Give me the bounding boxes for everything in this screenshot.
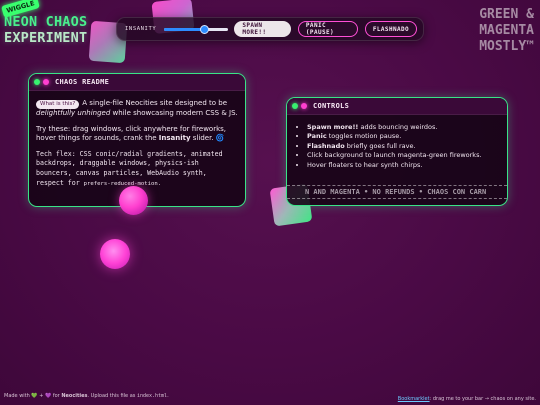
list-item: Click background to launch magenta-green… [307, 151, 500, 160]
insanity-slider-thumb[interactable] [200, 24, 209, 34]
neocities-bold: Neocities [61, 393, 88, 400]
item-text: adds bouncing weirdos. [358, 123, 438, 131]
list-item: Spawn more!! adds bouncing weirdos. [307, 123, 500, 132]
list-item: Panic toggles motion pause. [307, 132, 500, 141]
item-bold: Spawn more!! [307, 123, 359, 131]
logo-line-2: EXPERIMENT [4, 30, 88, 46]
logo-line-1: NEON CHAOS [4, 14, 88, 30]
footer-text: Made with [4, 393, 32, 400]
green-dot-icon [34, 79, 40, 85]
controls-list: Spawn more!! adds bouncing weirdos. Pani… [294, 123, 500, 170]
readme-try: Try these: drag windows, click anywhere … [36, 125, 238, 144]
magenta-dot-icon [301, 103, 307, 109]
item-text: Hover floaters to hear synth chirps. [307, 160, 423, 169]
footer-bookmarklet: Bookmarklet: drag me to your bar → chaos… [398, 396, 536, 402]
tagline-line-1: GREEN & [479, 7, 534, 22]
readme-tech: Tech flex: CSS conic/radial gradients, a… [36, 150, 238, 189]
marquee-banner: N AND MAGENTA • NO REFUNDS • CHAOS CON C… [287, 185, 507, 199]
tech-code: prefers-reduced-motion. [83, 180, 162, 187]
item-text: briefly goes full rave. [344, 141, 416, 150]
window-titlebar[interactable]: CONTROLS [287, 98, 507, 115]
footer-text: . [167, 393, 169, 400]
window-title: CHAOS README [55, 78, 110, 86]
insanity-slider-fill [164, 27, 204, 31]
window-title: CONTROLS [313, 102, 350, 110]
controls-window[interactable]: CONTROLS Spawn more!! adds bouncing weir… [286, 97, 508, 206]
what-is-this-chip: What is this? [36, 100, 80, 109]
tagline: GREEN & MAGENTA MOSTLY™ [479, 7, 534, 55]
flashnado-button[interactable]: FLASHNADO [364, 21, 418, 37]
intro-text: A single-file Neocities site designed to… [82, 99, 227, 107]
green-dot-icon [292, 103, 298, 109]
tagline-line-3: MOSTLY™ [479, 39, 534, 54]
bookmarklet-link[interactable]: Bookmarklet [398, 396, 430, 402]
item-bold: Panic [307, 132, 327, 141]
list-item: Hover floaters to hear synth chirps. [307, 161, 500, 170]
footer-text: + [37, 393, 46, 400]
filename-code: index.html [136, 393, 168, 400]
list-item: Flashnado briefly goes full rave. [307, 142, 500, 151]
site-logo: NEON CHAOS EXPERIMENT [4, 14, 87, 46]
marquee-text: N AND MAGENTA • NO REFUNDS • CHAOS CON C… [305, 188, 487, 196]
intro-emphasis: delightfully unhinged [36, 109, 111, 117]
insanity-bold: Insanity [158, 134, 191, 143]
readme-intro: What is this? A single-file Neocities sit… [36, 99, 238, 119]
intro-text-end: while showcasing modern CSS & JS. [110, 109, 238, 117]
panic-button[interactable]: PANIC (PAUSE) [297, 21, 358, 37]
insanity-label: INSANITY [125, 26, 157, 32]
footer-text: . Upload this file as [87, 393, 137, 400]
footer-credit: Made with 💚 + 💜 for Neocities. Upload th… [4, 392, 169, 402]
item-text: toggles motion pause. [326, 132, 402, 141]
item-bold: Flashnado [307, 141, 345, 150]
window-titlebar[interactable]: CHAOS README [29, 74, 245, 91]
try-text-end: slider. 🌀 [190, 134, 225, 143]
insanity-slider[interactable] [164, 24, 229, 34]
magenta-dot-icon [43, 79, 49, 85]
control-toolbar: INSANITY SPAWN MORE!! PANIC (PAUSE) FLAS… [116, 17, 424, 41]
tagline-line-2: MAGENTA [479, 23, 534, 38]
bouncing-ball[interactable] [100, 239, 130, 269]
footer-text: for [51, 393, 62, 400]
item-text: Click background to launch magenta-green… [307, 151, 482, 160]
spawn-more-button[interactable]: SPAWN MORE!! [234, 21, 291, 37]
bouncing-ball[interactable] [119, 186, 148, 215]
bookmarklet-text: : drag me to your bar → chaos on any sit… [429, 396, 536, 402]
